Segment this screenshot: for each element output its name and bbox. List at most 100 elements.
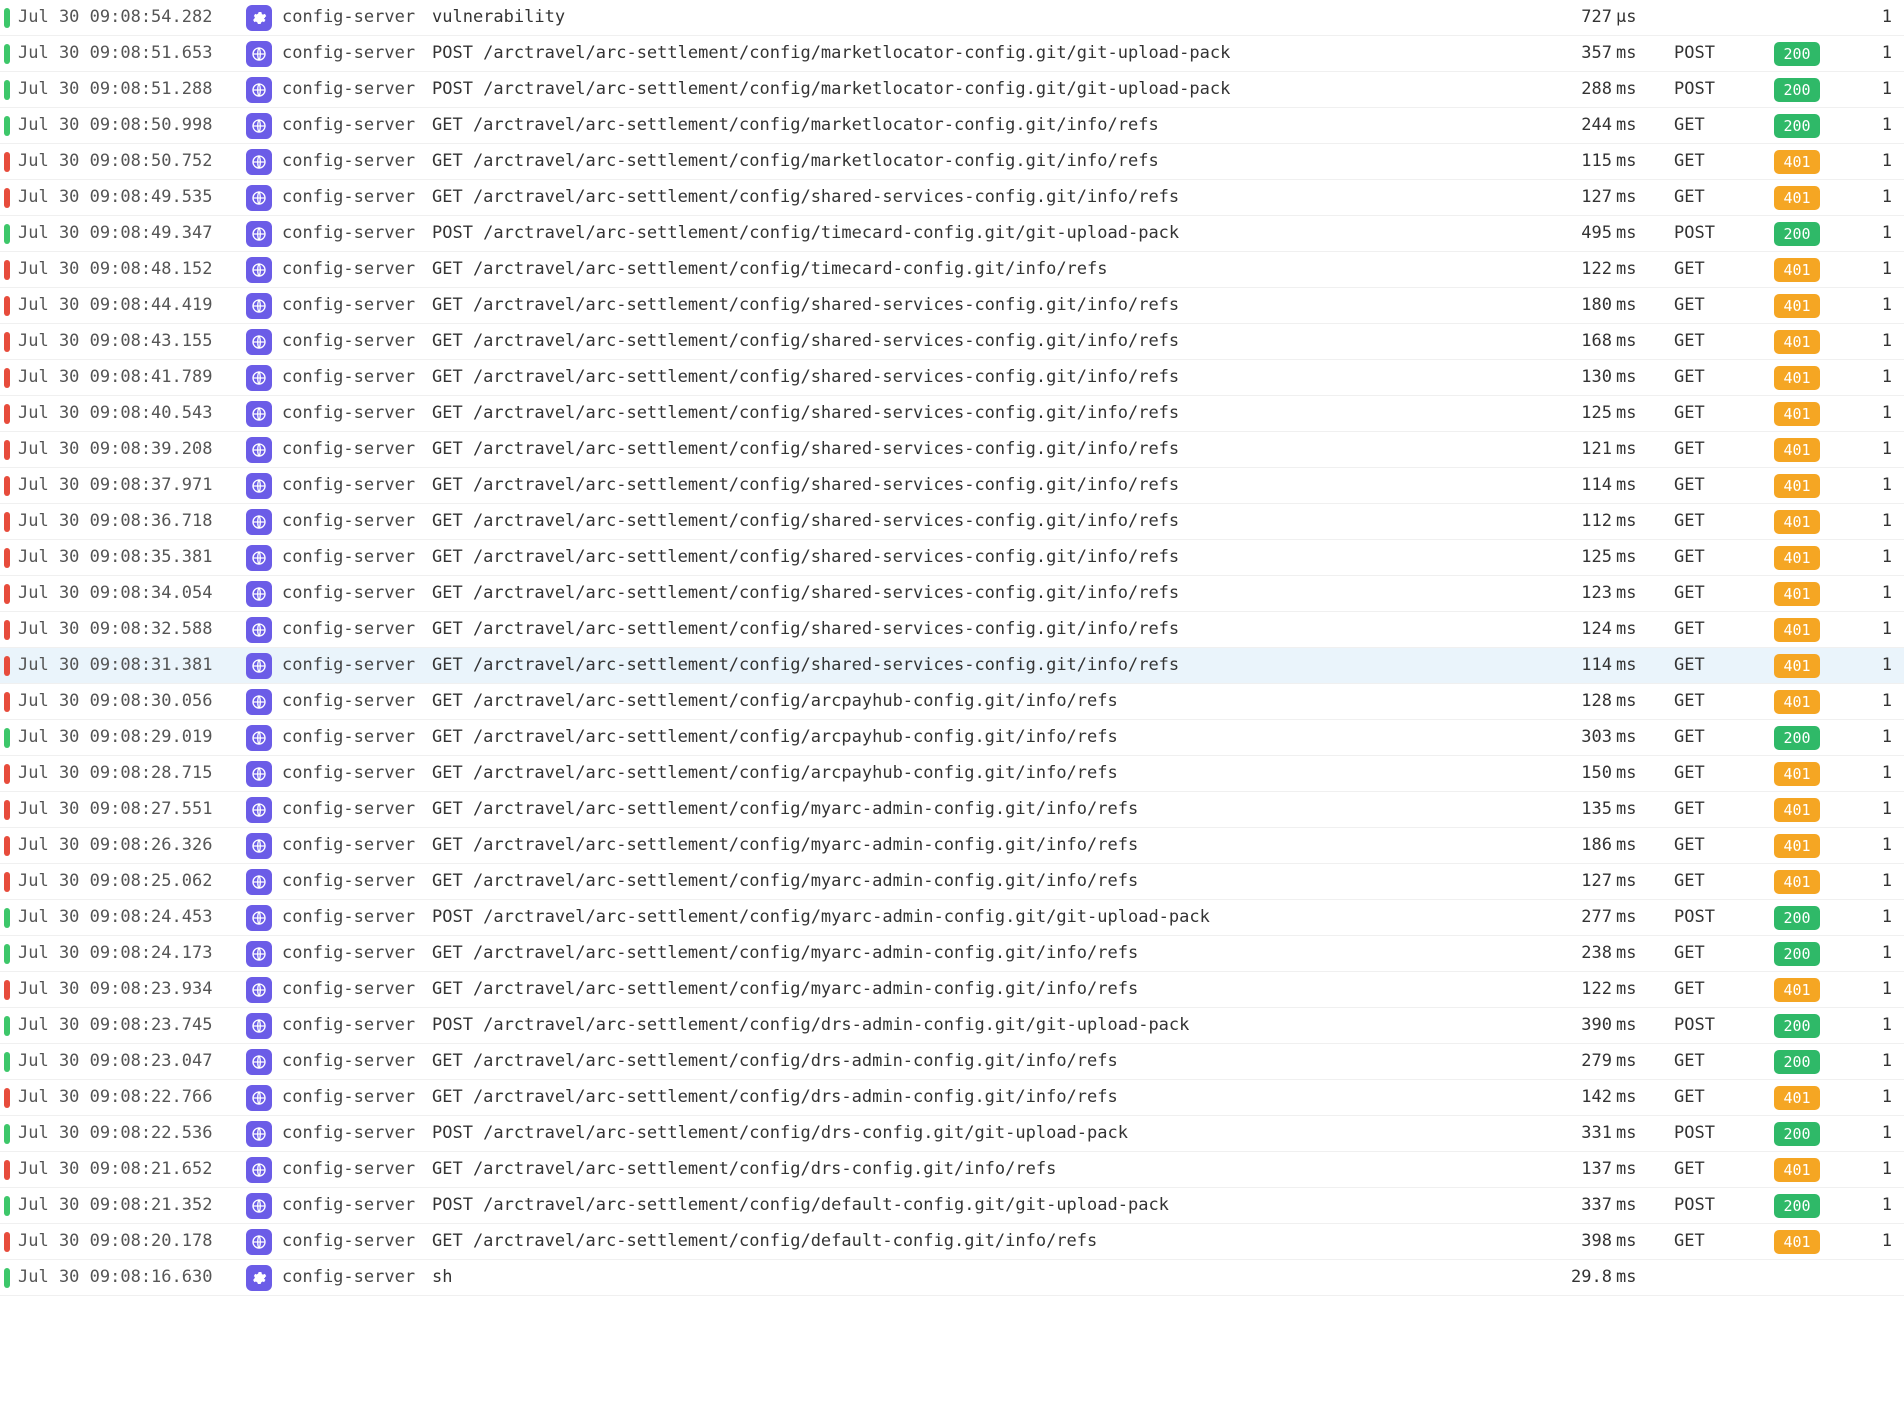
log-row[interactable]: Jul 30 09:08:21.352config-serverPOST /ar… — [0, 1188, 1904, 1224]
duration-unit: ms — [1616, 1233, 1650, 1250]
log-row[interactable]: Jul 30 09:08:54.282config-servervulnerab… — [0, 0, 1904, 36]
log-row[interactable]: Jul 30 09:08:40.543config-serverGET /arc… — [0, 396, 1904, 432]
request-description: POST /arctravel/arc-settlement/config/dr… — [432, 1017, 1536, 1034]
duration-unit: ms — [1616, 441, 1650, 458]
request-description: GET /arctravel/arc-settlement/config/sha… — [432, 585, 1536, 602]
log-row[interactable]: Jul 30 09:08:24.453config-serverPOST /ar… — [0, 900, 1904, 936]
service-name: config-server — [282, 729, 432, 746]
log-row[interactable]: Jul 30 09:08:21.652config-serverGET /arc… — [0, 1152, 1904, 1188]
log-row[interactable]: Jul 30 09:08:27.551config-serverGET /arc… — [0, 792, 1904, 828]
log-row[interactable]: Jul 30 09:08:36.718config-serverGET /arc… — [0, 504, 1904, 540]
duration-value: 186 — [1536, 837, 1616, 854]
log-row[interactable]: Jul 30 09:08:48.152config-serverGET /arc… — [0, 252, 1904, 288]
count: 1 — [1860, 945, 1900, 962]
status-bar — [4, 1268, 10, 1288]
status-bar — [4, 1088, 10, 1108]
log-row[interactable]: Jul 30 09:08:49.347config-serverPOST /ar… — [0, 216, 1904, 252]
request-description: GET /arctravel/arc-settlement/config/arc… — [432, 765, 1536, 782]
log-row[interactable]: Jul 30 09:08:22.766config-serverGET /arc… — [0, 1080, 1904, 1116]
status-badge: 200 — [1774, 1014, 1820, 1038]
duration-unit: ms — [1616, 585, 1650, 602]
status-cell: 401 — [1750, 438, 1860, 462]
log-row[interactable]: Jul 30 09:08:43.155config-serverGET /arc… — [0, 324, 1904, 360]
globe-icon — [246, 401, 272, 427]
http-method: GET — [1650, 189, 1750, 206]
duration-unit: ms — [1616, 45, 1650, 62]
request-description: GET /arctravel/arc-settlement/config/sha… — [432, 297, 1536, 314]
log-row[interactable]: Jul 30 09:08:30.056config-serverGET /arc… — [0, 684, 1904, 720]
log-row[interactable]: Jul 30 09:08:25.062config-serverGET /arc… — [0, 864, 1904, 900]
log-row[interactable]: Jul 30 09:08:51.288config-serverPOST /ar… — [0, 72, 1904, 108]
duration-unit: ms — [1616, 1197, 1650, 1214]
status-cell: 401 — [1750, 402, 1860, 426]
log-row[interactable]: Jul 30 09:08:50.752config-serverGET /arc… — [0, 144, 1904, 180]
count: 1 — [1860, 873, 1900, 890]
count: 1 — [1860, 45, 1900, 62]
log-row[interactable]: Jul 30 09:08:24.173config-serverGET /arc… — [0, 936, 1904, 972]
timestamp: Jul 30 09:08:24.173 — [18, 945, 246, 962]
status-cell: 401 — [1750, 618, 1860, 642]
log-row[interactable]: Jul 30 09:08:23.047config-serverGET /arc… — [0, 1044, 1904, 1080]
log-row[interactable]: Jul 30 09:08:32.588config-serverGET /arc… — [0, 612, 1904, 648]
log-row[interactable]: Jul 30 09:08:31.381config-serverGET /arc… — [0, 648, 1904, 684]
count: 1 — [1860, 1053, 1900, 1070]
log-row[interactable]: Jul 30 09:08:51.653config-serverPOST /ar… — [0, 36, 1904, 72]
duration-unit: ms — [1616, 837, 1650, 854]
status-cell: 200 — [1750, 1122, 1860, 1146]
log-row[interactable]: Jul 30 09:08:39.208config-serverGET /arc… — [0, 432, 1904, 468]
log-row[interactable]: Jul 30 09:08:28.715config-serverGET /arc… — [0, 756, 1904, 792]
log-row[interactable]: Jul 30 09:08:50.998config-serverGET /arc… — [0, 108, 1904, 144]
globe-icon — [246, 689, 272, 715]
status-cell: 200 — [1750, 942, 1860, 966]
service-name: config-server — [282, 153, 432, 170]
duration-value: 137 — [1536, 1161, 1616, 1178]
status-cell: 200 — [1750, 1014, 1860, 1038]
http-method: GET — [1650, 369, 1750, 386]
log-row[interactable]: Jul 30 09:08:26.326config-serverGET /arc… — [0, 828, 1904, 864]
status-bar — [4, 944, 10, 964]
log-row[interactable]: Jul 30 09:08:49.535config-serverGET /arc… — [0, 180, 1904, 216]
count: 1 — [1860, 585, 1900, 602]
log-row[interactable]: Jul 30 09:08:34.054config-serverGET /arc… — [0, 576, 1904, 612]
log-row[interactable]: Jul 30 09:08:44.419config-serverGET /arc… — [0, 288, 1904, 324]
log-row[interactable]: Jul 30 09:08:20.178config-serverGET /arc… — [0, 1224, 1904, 1260]
duration-value: 279 — [1536, 1053, 1616, 1070]
service-name: config-server — [282, 117, 432, 134]
timestamp: Jul 30 09:08:16.630 — [18, 1269, 246, 1286]
globe-icon — [246, 1121, 272, 1147]
service-name: config-server — [282, 9, 432, 26]
status-cell: 200 — [1750, 726, 1860, 750]
status-cell: 401 — [1750, 294, 1860, 318]
globe-icon — [246, 833, 272, 859]
status-badge: 401 — [1774, 618, 1820, 642]
count: 1 — [1860, 549, 1900, 566]
count: 1 — [1860, 729, 1900, 746]
timestamp: Jul 30 09:08:26.326 — [18, 837, 246, 854]
service-name: config-server — [282, 801, 432, 818]
count: 1 — [1860, 513, 1900, 530]
duration-unit: ms — [1616, 1269, 1650, 1286]
log-row[interactable]: Jul 30 09:08:29.019config-serverGET /arc… — [0, 720, 1904, 756]
duration-value: 125 — [1536, 405, 1616, 422]
duration-value: 112 — [1536, 513, 1616, 530]
count: 1 — [1860, 261, 1900, 278]
status-badge: 401 — [1774, 798, 1820, 822]
count: 1 — [1860, 909, 1900, 926]
duration-value: 390 — [1536, 1017, 1616, 1034]
log-row[interactable]: Jul 30 09:08:35.381config-serverGET /arc… — [0, 540, 1904, 576]
log-row[interactable]: Jul 30 09:08:23.934config-serverGET /arc… — [0, 972, 1904, 1008]
duration-value: 238 — [1536, 945, 1616, 962]
log-row[interactable]: Jul 30 09:08:41.789config-serverGET /arc… — [0, 360, 1904, 396]
duration-unit: ms — [1616, 1089, 1650, 1106]
http-method: GET — [1650, 1233, 1750, 1250]
globe-icon — [246, 761, 272, 787]
log-row[interactable]: Jul 30 09:08:22.536config-serverPOST /ar… — [0, 1116, 1904, 1152]
timestamp: Jul 30 09:08:25.062 — [18, 873, 246, 890]
log-row[interactable]: Jul 30 09:08:23.745config-serverPOST /ar… — [0, 1008, 1904, 1044]
globe-icon — [246, 797, 272, 823]
log-row[interactable]: Jul 30 09:08:16.630config-serversh29.8ms — [0, 1260, 1904, 1296]
timestamp: Jul 30 09:08:49.347 — [18, 225, 246, 242]
log-row[interactable]: Jul 30 09:08:37.971config-serverGET /arc… — [0, 468, 1904, 504]
status-badge: 401 — [1774, 762, 1820, 786]
status-badge: 200 — [1774, 726, 1820, 750]
